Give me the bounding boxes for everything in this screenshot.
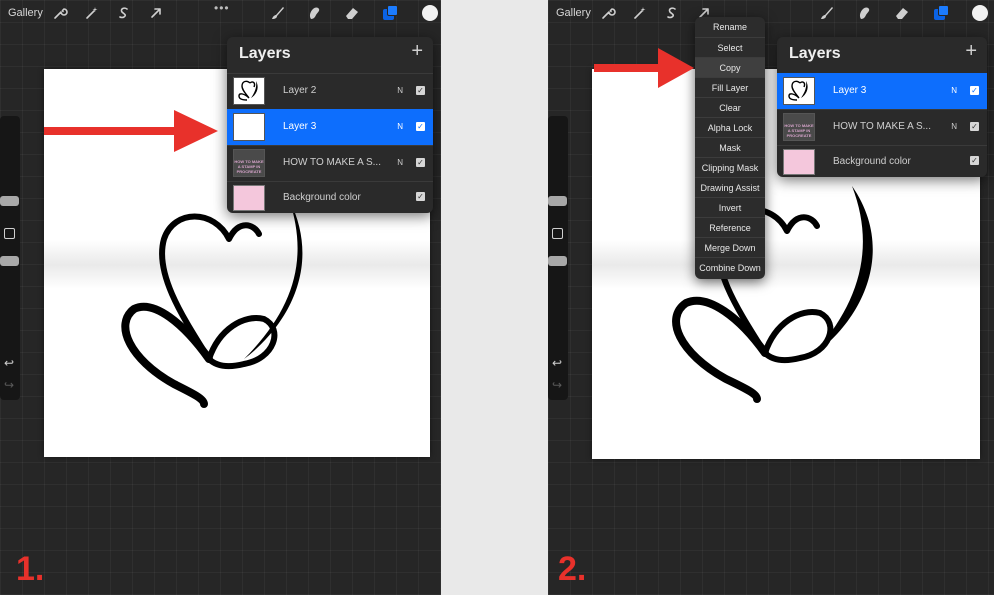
magic-wand-icon[interactable] <box>84 5 100 21</box>
undo-icon[interactable]: ↩ <box>4 356 14 370</box>
layer-visibility-checkbox[interactable]: ✓ <box>416 122 425 131</box>
step-label: 1. <box>16 550 45 588</box>
layer-name: Layer 3 <box>833 85 867 96</box>
layer-name: Layer 2 <box>283 85 317 96</box>
color-swatch[interactable] <box>422 5 438 21</box>
layer-thumbnail <box>233 113 265 141</box>
menu-item-clear[interactable]: Clear <box>695 97 765 117</box>
menu-item-invert[interactable]: Invert <box>695 197 765 217</box>
gallery-button[interactable]: Gallery <box>556 7 591 19</box>
layers-panel: Layers + Layer 3 N ✓ HOW TO MAKE A STAMP… <box>777 37 987 177</box>
top-toolbar: Gallery ••• <box>0 0 441 28</box>
layer-name: Background color <box>283 192 361 203</box>
layer-visibility-checkbox[interactable]: ✓ <box>416 158 425 167</box>
menu-item-clipping-mask[interactable]: Clipping Mask <box>695 157 765 177</box>
wrench-icon[interactable] <box>600 5 616 21</box>
layer-options-menu: Rename Select Copy Fill Layer Clear Alph… <box>695 17 765 279</box>
sidebar: ↩ ↪ <box>548 116 568 400</box>
menu-item-copy[interactable]: Copy <box>695 57 765 77</box>
red-arrow-icon <box>44 110 218 152</box>
layers-icon[interactable] <box>383 5 399 21</box>
modify-button[interactable] <box>4 228 15 239</box>
layer-thumbnail <box>233 77 265 105</box>
modify-button[interactable] <box>552 228 563 239</box>
wrench-icon[interactable] <box>52 5 68 21</box>
selection-s-icon[interactable] <box>664 5 680 21</box>
layer-thumbnail: HOW TO MAKE A STAMP IN PROCREATE <box>783 113 815 141</box>
opacity-slider[interactable] <box>548 256 567 266</box>
brush-icon[interactable] <box>818 5 834 21</box>
redo-icon[interactable]: ↪ <box>552 378 562 392</box>
layer-thumbnail: HOW TO MAKE A STAMP IN PROCREATE <box>233 149 265 177</box>
background-color-swatch <box>783 149 815 175</box>
layers-title: Layers <box>239 45 291 62</box>
procreate-screen-step-2: Gallery ↩ ↪ Layers + Layer 3 N ✓ HOW TO … <box>548 0 994 595</box>
layer-row-background-color[interactable]: Background color ✓ <box>227 181 433 213</box>
add-layer-button[interactable]: + <box>411 41 423 61</box>
blend-mode-button[interactable]: N <box>397 122 403 131</box>
heart-drawing <box>121 199 303 408</box>
layer-row-layer-3[interactable]: Layer 3 N ✓ <box>227 109 433 145</box>
smudge-icon[interactable] <box>856 5 872 21</box>
layers-panel: Layers + Layer 2 N ✓ Layer 3 N ✓ HOW TO … <box>227 37 433 213</box>
smudge-icon[interactable] <box>306 5 322 21</box>
layers-title: Layers <box>789 45 841 62</box>
blend-mode-button[interactable]: N <box>951 122 957 131</box>
layer-row-text[interactable]: HOW TO MAKE A STAMP IN PROCREATE HOW TO … <box>227 145 433 181</box>
magic-wand-icon[interactable] <box>632 5 648 21</box>
layer-visibility-checkbox[interactable]: ✓ <box>416 192 425 201</box>
layer-name: HOW TO MAKE A S... <box>833 121 931 132</box>
layer-visibility-checkbox[interactable]: ✓ <box>416 86 425 95</box>
layer-visibility-checkbox[interactable]: ✓ <box>970 122 979 131</box>
menu-item-merge-down[interactable]: Merge Down <box>695 237 765 257</box>
blend-mode-button[interactable]: N <box>397 86 403 95</box>
blend-mode-button[interactable]: N <box>951 86 957 95</box>
arrow-transform-icon[interactable] <box>148 5 164 21</box>
menu-item-drawing-assist[interactable]: Drawing Assist <box>695 177 765 197</box>
undo-icon[interactable]: ↩ <box>552 356 562 370</box>
layer-name: Layer 3 <box>283 121 317 132</box>
blend-mode-button[interactable]: N <box>397 158 403 167</box>
more-options-icon[interactable]: ••• <box>214 1 230 15</box>
layer-visibility-checkbox[interactable]: ✓ <box>970 86 979 95</box>
layer-row-background-color[interactable]: Background color ✓ <box>777 145 987 177</box>
opacity-slider[interactable] <box>0 256 19 266</box>
menu-item-mask[interactable]: Mask <box>695 137 765 157</box>
layer-visibility-checkbox[interactable]: ✓ <box>970 156 979 165</box>
procreate-screen-step-1: Gallery ••• ↩ ↪ Layers + Layer 2 N ✓ Lay… <box>0 0 441 595</box>
brush-size-slider[interactable] <box>0 196 19 206</box>
add-layer-button[interactable]: + <box>965 41 977 61</box>
layer-name: HOW TO MAKE A S... <box>283 157 381 168</box>
sidebar: ↩ ↪ <box>0 116 20 400</box>
menu-item-combine-down[interactable]: Combine Down <box>695 257 765 277</box>
selection-s-icon[interactable] <box>116 5 132 21</box>
layer-name: Background color <box>833 156 911 167</box>
brush-icon[interactable] <box>269 5 285 21</box>
color-swatch[interactable] <box>972 5 988 21</box>
layer-thumbnail <box>783 77 815 105</box>
layer-row-layer-3[interactable]: Layer 3 N ✓ <box>777 73 987 109</box>
menu-item-reference[interactable]: Reference <box>695 217 765 237</box>
eraser-icon[interactable] <box>894 5 910 21</box>
menu-item-rename[interactable]: Rename <box>695 17 765 37</box>
brush-size-slider[interactable] <box>548 196 567 206</box>
red-arrow-icon <box>594 48 694 88</box>
step-label: 2. <box>558 550 587 588</box>
layer-row-text[interactable]: HOW TO MAKE A STAMP IN PROCREATE HOW TO … <box>777 109 987 145</box>
top-toolbar: Gallery <box>548 0 994 28</box>
menu-item-select[interactable]: Select <box>695 37 765 57</box>
redo-icon[interactable]: ↪ <box>4 378 14 392</box>
layers-icon[interactable] <box>934 5 950 21</box>
layer-row-layer-2[interactable]: Layer 2 N ✓ <box>227 73 433 109</box>
eraser-icon[interactable] <box>344 5 360 21</box>
gallery-button[interactable]: Gallery <box>8 7 43 19</box>
menu-item-fill-layer[interactable]: Fill Layer <box>695 77 765 97</box>
menu-item-alpha-lock[interactable]: Alpha Lock <box>695 117 765 137</box>
background-color-swatch <box>233 185 265 211</box>
